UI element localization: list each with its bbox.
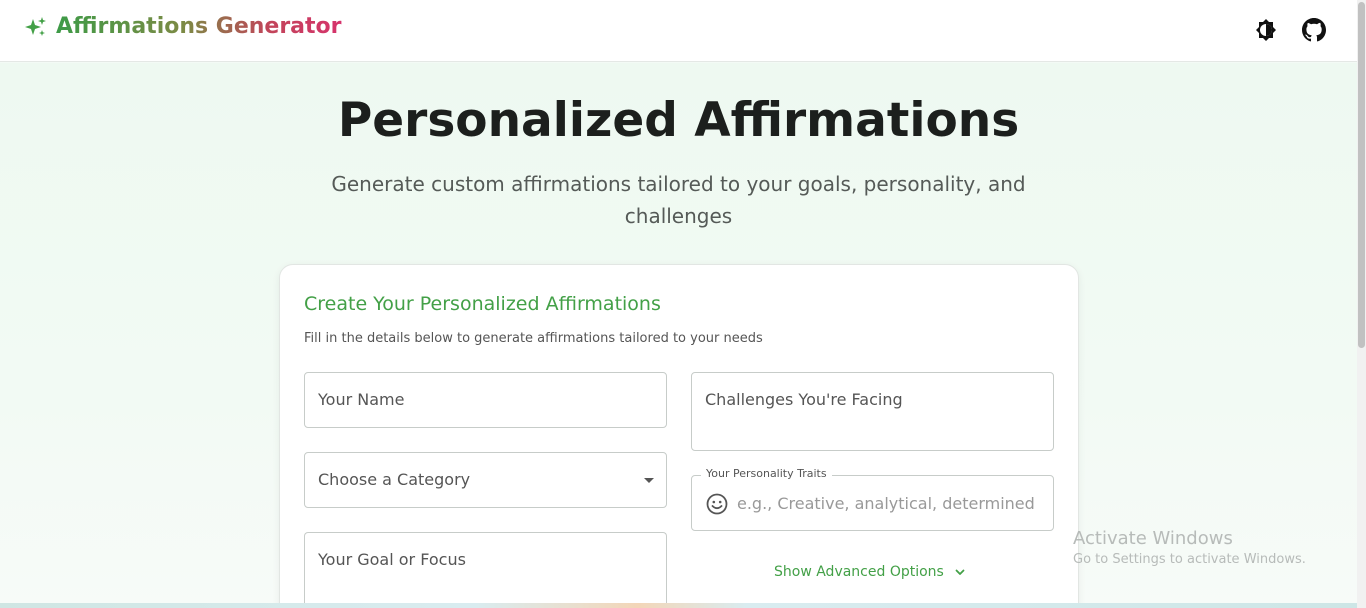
category-select[interactable]: Choose a Category [304,452,667,508]
name-field[interactable]: Your Name [304,372,667,428]
github-icon [1302,18,1326,42]
github-link[interactable] [1301,17,1327,43]
challenges-field[interactable]: Challenges You're Facing [691,372,1054,451]
bottom-edge-strip [0,603,1357,608]
show-advanced-options-button[interactable]: Show Advanced Options [774,564,966,580]
show-advanced-options-label: Show Advanced Options [774,564,944,580]
personality-traits-field[interactable]: Your Personality Traits [691,467,1054,531]
app-bar: Affirmations Generator [0,0,1357,62]
name-field-label: Your Name [318,390,405,409]
sparkle-icon [25,16,46,36]
main-content: Personalized Affirmations Generate custo… [0,63,1357,608]
theme-toggle-icon [1256,19,1276,41]
category-select-label: Choose a Category [318,470,471,489]
chevron-down-icon [955,569,965,575]
personality-traits-label: Your Personality Traits [701,467,832,480]
page-subtitle: Generate custom affirmations tailored to… [331,172,1026,228]
page-title: Personalized Affirmations [337,93,1020,148]
dropdown-arrow-icon [644,478,654,483]
personality-traits-input[interactable] [737,490,1037,516]
scrollbar-thumb[interactable] [1358,2,1365,348]
goal-field[interactable]: Your Goal or Focus [304,532,667,608]
goal-field-label: Your Goal or Focus [318,550,466,569]
form-subtitle: Fill in the details below to generate af… [304,331,763,346]
theme-toggle-button[interactable] [1253,17,1279,43]
form-title: Create Your Personalized Affirmations [304,293,661,315]
challenges-field-label: Challenges You're Facing [705,390,903,409]
brand[interactable]: Affirmations Generator [24,14,342,39]
smile-icon [706,493,728,515]
affirmation-form-card: Create Your Personalized Affirmations Fi… [279,264,1079,608]
vertical-scrollbar[interactable] [1357,0,1366,608]
app-title: Affirmations Generator [56,14,342,39]
